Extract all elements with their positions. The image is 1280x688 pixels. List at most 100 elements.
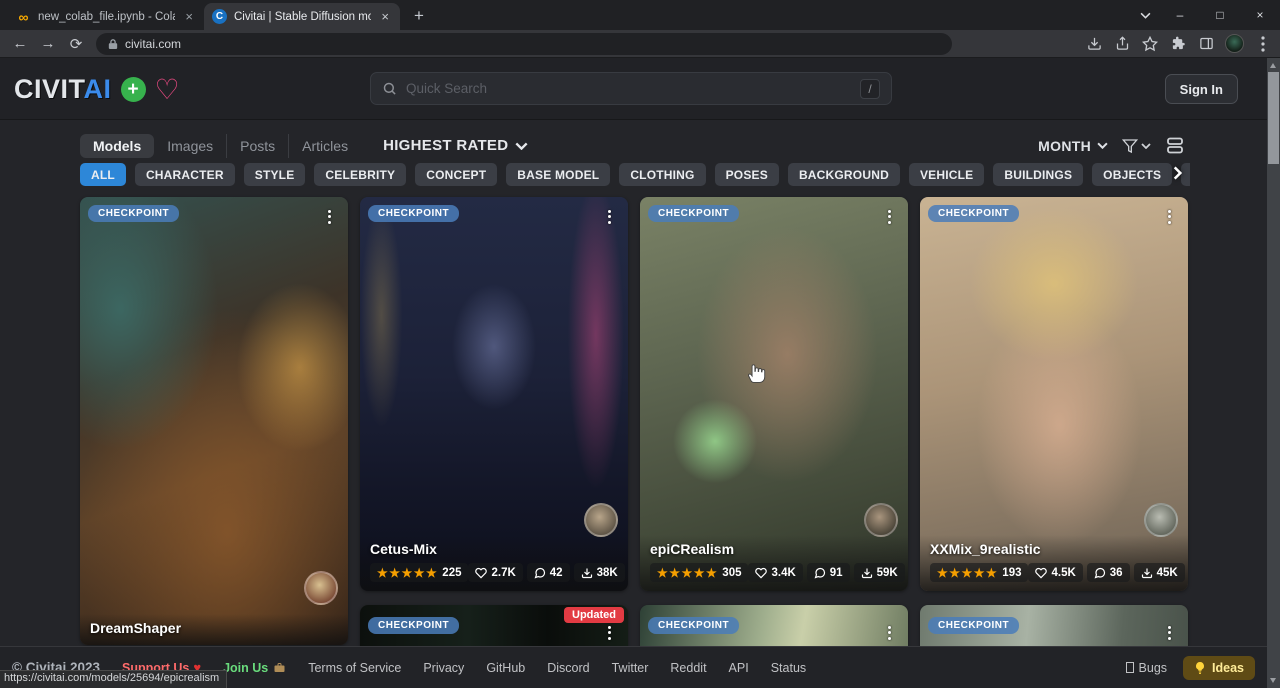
nav-tab[interactable]: Images — [154, 134, 226, 158]
category-chip[interactable]: CONCEPT — [415, 163, 497, 186]
footer-link[interactable]: Twitter — [612, 661, 649, 675]
nav-tab[interactable]: Posts — [226, 134, 288, 158]
chevron-down-icon — [515, 142, 528, 150]
tab-search-icon[interactable] — [1130, 0, 1160, 30]
category-chip[interactable]: STYLE — [244, 163, 306, 186]
category-chip[interactable]: ALL — [80, 163, 126, 186]
model-card[interactable]: CHECKPOINT XXMix_9realistic ★★★★★ 193 4.… — [920, 197, 1188, 591]
category-chip[interactable]: ANIMAL — [1181, 163, 1190, 186]
card-menu-icon[interactable] — [601, 621, 617, 644]
heart-icon — [475, 567, 487, 579]
support-heart-icon[interactable]: ♡ — [155, 76, 180, 104]
category-chip[interactable]: OBJECTS — [1092, 163, 1172, 186]
sign-in-button[interactable]: Sign In — [1165, 74, 1238, 104]
share-icon[interactable] — [1113, 35, 1131, 53]
category-chip[interactable]: BUILDINGS — [993, 163, 1083, 186]
model-type-badge[interactable]: CHECKPOINT — [368, 617, 459, 634]
model-type-badge[interactable]: CHECKPOINT — [648, 617, 739, 634]
side-panel-icon[interactable] — [1197, 35, 1215, 53]
address-bar[interactable]: civitai.com — [96, 33, 952, 55]
download-status-icon[interactable] — [1085, 35, 1103, 53]
browser-tab[interactable]: C Civitai | Stable Diffusion models, × — [204, 3, 400, 30]
footer-link[interactable]: API — [729, 661, 749, 675]
new-tab-button[interactable]: + — [406, 3, 432, 29]
likes-count: 2.7K — [491, 567, 515, 579]
ideas-button[interactable]: Ideas — [1183, 656, 1255, 680]
filter-dropdown[interactable] — [1122, 138, 1151, 154]
tab-close-icon[interactable]: × — [378, 9, 392, 24]
footer-link[interactable]: Status — [771, 661, 806, 675]
card-menu-icon[interactable] — [881, 205, 897, 228]
model-preview-image — [640, 197, 908, 591]
scrollbar-thumb[interactable] — [1268, 72, 1279, 164]
category-chip[interactable]: CHARACTER — [135, 163, 235, 186]
bugs-link[interactable]: Bugs — [1126, 661, 1168, 675]
model-type-badge[interactable]: CHECKPOINT — [88, 205, 179, 222]
search-icon — [382, 81, 397, 96]
sort-label: HIGHEST RATED — [383, 137, 508, 154]
card-footer: DreamShaper — [80, 614, 348, 645]
categories-scroll-right-icon[interactable] — [1173, 166, 1182, 185]
scroll-down-arrow-icon[interactable] — [1270, 678, 1276, 683]
period-dropdown[interactable]: MONTH — [1038, 138, 1108, 154]
search-input[interactable] — [406, 81, 851, 96]
creator-avatar[interactable] — [584, 503, 618, 537]
model-card[interactable]: CHECKPOINT epiCRealism ★★★★★ 305 3.4K 91 — [640, 197, 908, 591]
close-window-button[interactable]: × — [1240, 0, 1280, 30]
card-menu-icon[interactable] — [881, 621, 897, 644]
model-type-badge[interactable]: CHECKPOINT — [928, 617, 1019, 634]
model-type-badge[interactable]: CHECKPOINT — [648, 205, 739, 222]
footer-link[interactable]: Reddit — [670, 661, 706, 675]
rating-count: 305 — [722, 567, 741, 579]
card-menu-icon[interactable] — [601, 205, 617, 228]
card-menu-icon[interactable] — [321, 205, 337, 228]
reload-button[interactable]: ⟳ — [64, 32, 88, 56]
site-header: CIVITAI + ♡ / Sign In — [0, 58, 1267, 120]
model-type-badge[interactable]: CHECKPOINT — [368, 205, 459, 222]
card-menu-icon[interactable] — [1161, 621, 1177, 644]
footer-link[interactable]: Terms of Service — [308, 661, 401, 675]
forward-button[interactable]: → — [36, 32, 60, 56]
create-plus-icon[interactable]: + — [121, 77, 146, 102]
extensions-puzzle-icon[interactable] — [1169, 35, 1187, 53]
category-chip[interactable]: CELEBRITY — [314, 163, 406, 186]
category-chip[interactable]: VEHICLE — [909, 163, 984, 186]
maximize-button[interactable]: □ — [1200, 0, 1240, 30]
category-chip[interactable]: POSES — [715, 163, 779, 186]
nav-tab[interactable]: Articles — [288, 134, 361, 158]
civitai-logo[interactable]: CIVITAI + ♡ — [14, 74, 180, 105]
model-card[interactable]: CHECKPOINT Cetus-Mix ★★★★★ 225 2.7K 42 — [360, 197, 628, 591]
model-card[interactable]: CHECKPOINT DreamShaper — [80, 197, 348, 645]
minimize-button[interactable]: – — [1160, 0, 1200, 30]
tab-close-icon[interactable]: × — [182, 9, 196, 24]
footer-link[interactable]: GitHub — [486, 661, 525, 675]
model-grid: CHECKPOINT DreamShaper CHECKPOINT Cetus-… — [80, 197, 1188, 657]
footer-link[interactable]: Privacy — [423, 661, 464, 675]
scroll-up-arrow-icon[interactable] — [1270, 63, 1276, 68]
back-button[interactable]: ← — [8, 32, 32, 56]
nav-tab[interactable]: Models — [80, 134, 154, 158]
page-scrollbar[interactable] — [1267, 58, 1280, 688]
browser-tab[interactable]: ∞ new_colab_file.ipynb - Colaborat × — [8, 3, 204, 30]
footer-link[interactable]: Discord — [547, 661, 589, 675]
bookmark-star-icon[interactable] — [1141, 35, 1159, 53]
quick-search-bar[interactable]: / — [370, 72, 892, 105]
creator-avatar[interactable] — [304, 571, 338, 605]
browser-profile-avatar[interactable] — [1225, 34, 1244, 53]
model-type-badge[interactable]: CHECKPOINT — [928, 205, 1019, 222]
browser-menu-icon[interactable] — [1254, 35, 1272, 53]
downloads-count: 38K — [597, 567, 618, 579]
category-chip[interactable]: BASE MODEL — [506, 163, 610, 186]
category-chip[interactable]: BACKGROUND — [788, 163, 900, 186]
category-chip[interactable]: CLOTHING — [619, 163, 705, 186]
footer-right: Bugs Ideas — [1126, 656, 1255, 680]
creator-avatar[interactable] — [864, 503, 898, 537]
layout-toggle[interactable] — [1165, 137, 1185, 154]
star-icons: ★★★★★ — [937, 566, 998, 580]
card-menu-icon[interactable] — [1161, 205, 1177, 228]
join-us-link[interactable]: Join Us — [223, 661, 286, 675]
sort-dropdown[interactable]: HIGHEST RATED — [383, 137, 528, 154]
logo-text: CIVITAI — [14, 74, 112, 105]
model-preview-image — [360, 197, 628, 591]
creator-avatar[interactable] — [1144, 503, 1178, 537]
